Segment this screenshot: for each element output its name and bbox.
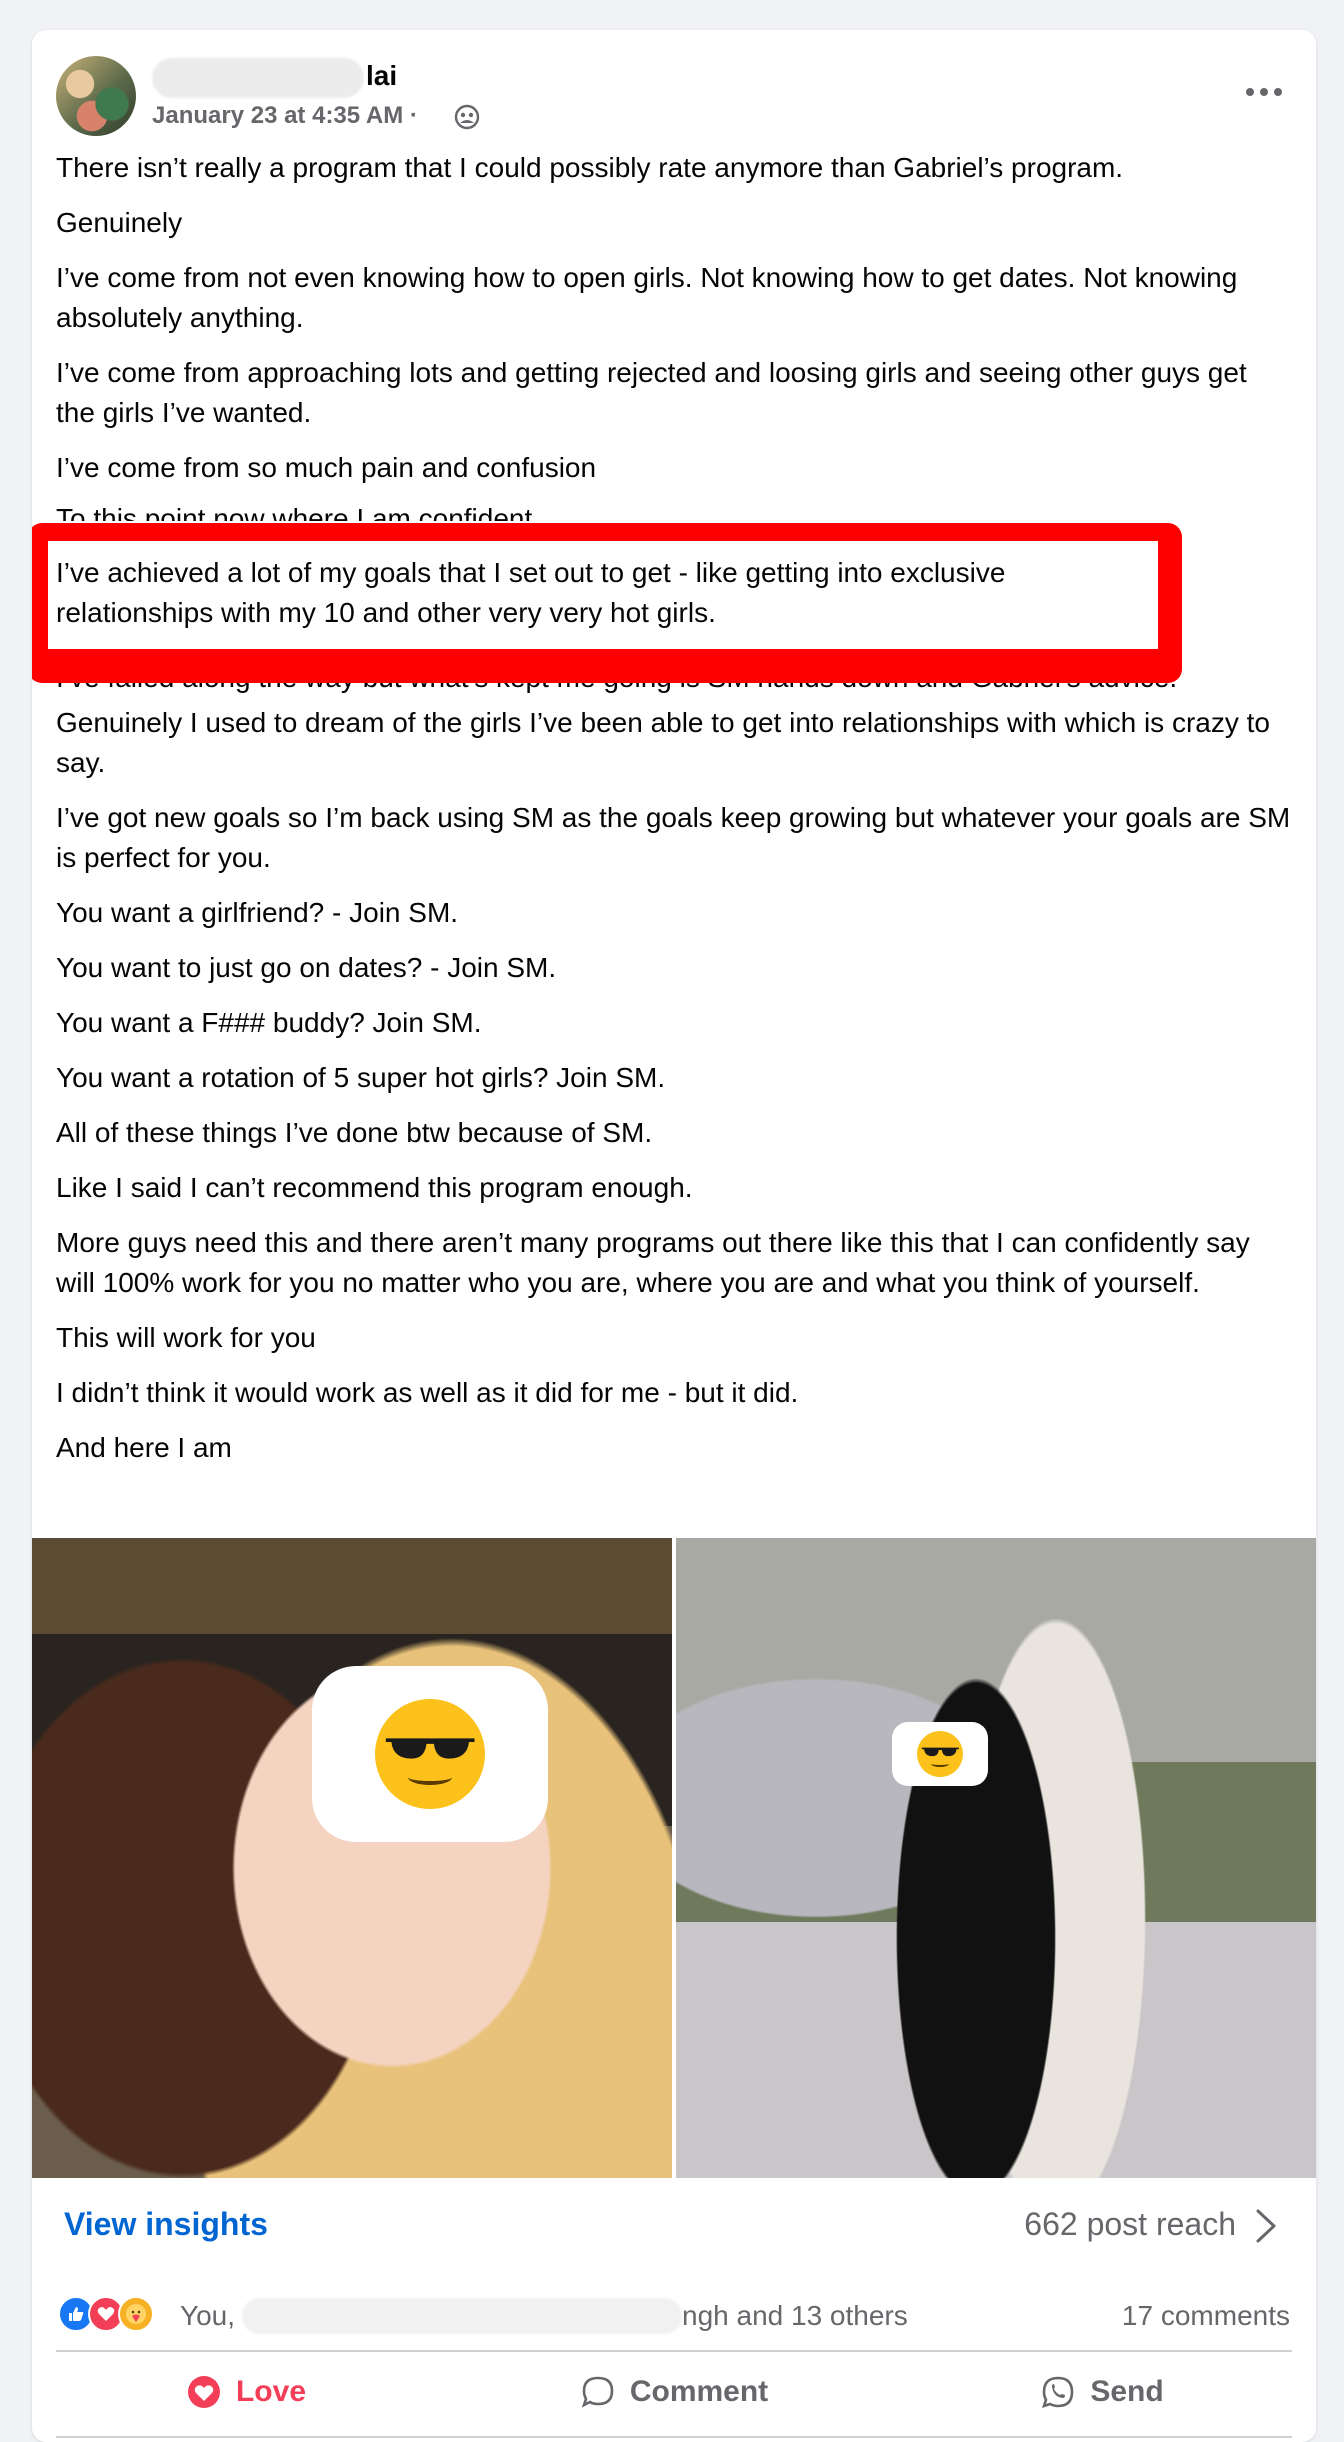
highlighted-paragraph: I’ve achieved a lot of my goals that I s…: [56, 557, 1006, 628]
photo-grid: [32, 1538, 1316, 2178]
post-card: lai January 23 at 4:35 AM · There isn’t …: [32, 30, 1316, 2442]
dot-icon: [1274, 88, 1282, 96]
post-paragraph: I didn’t think it would work as well as …: [56, 1377, 799, 1408]
sunglasses-emoji-icon: [917, 1731, 963, 1777]
reactions-summary: You, ngh and 13 others 17 comments: [32, 2278, 1316, 2352]
post-paragraph: You want to just go on dates? - Join SM.: [56, 952, 557, 983]
sunglasses-icon: [921, 1747, 959, 1756]
post-paragraph: And here I am: [56, 1432, 232, 1463]
reactors-you[interactable]: You,: [180, 2300, 235, 2332]
dot-icon: [1246, 88, 1254, 96]
author-name[interactable]: lai: [366, 60, 397, 92]
post-paragraph: More guys need this and there aren’t man…: [56, 1227, 1250, 1298]
post-paragraph: Genuinely: [56, 207, 183, 238]
post-header: lai January 23 at 4:35 AM ·: [32, 30, 1316, 148]
post-reach[interactable]: 662 post reach: [1024, 2206, 1236, 2243]
redacted-reactor-names: [242, 2298, 682, 2334]
obscured-paragraph: To this point now where I am confident: [56, 503, 533, 521]
comment-icon: [581, 2376, 614, 2408]
post-paragraph: This will work for you: [56, 1322, 316, 1353]
sunglasses-emoji-icon: [375, 1699, 485, 1809]
post-paragraph: I’ve come from so much pain and confusio…: [56, 452, 597, 483]
post-paragraph: All of these things I’ve done btw becaus…: [56, 1117, 653, 1148]
reaction-icons[interactable]: [58, 2296, 154, 2332]
comments-count[interactable]: 17 comments: [1122, 2300, 1290, 2332]
smile-icon: [930, 1760, 950, 1767]
reactors-others[interactable]: ngh and 13 others: [682, 2300, 908, 2332]
divider: [56, 2436, 1292, 2438]
insights-row: View insights 662 post reach: [32, 2178, 1316, 2278]
redacted-author-name: [152, 58, 364, 98]
post-paragraph: There isn’t really a program that I coul…: [56, 152, 1124, 183]
post-body: There isn’t really a program that I coul…: [32, 148, 1292, 1483]
sunglasses-icon: [385, 1738, 475, 1759]
love-icon: [187, 2376, 220, 2408]
comment-button[interactable]: Comment: [460, 2352, 888, 2432]
post-paragraph: I’ve come from not even knowing how to o…: [56, 262, 1238, 333]
avatar[interactable]: [56, 56, 136, 136]
love-label: Love: [235, 2375, 307, 2408]
action-bar: Love Comment Send: [32, 2352, 1316, 2432]
more-options-button[interactable]: [1236, 72, 1292, 112]
photo-mirror[interactable]: [676, 1538, 1316, 2178]
comment-label: Comment: [629, 2375, 769, 2408]
post-paragraph: I’ve got new goals so I’m back using SM …: [56, 802, 1291, 873]
whatsapp-icon: [1042, 2376, 1074, 2409]
dot-icon: [1260, 88, 1268, 96]
post-paragraph: You want a rotation of 5 super hot girls…: [56, 1062, 666, 1093]
post-paragraph: You want a F### buddy? Join SM.: [56, 1007, 482, 1038]
highlighted-paragraph-box: I’ve achieved a lot of my goals that I s…: [48, 541, 1158, 649]
send-label: Send: [1090, 2375, 1164, 2408]
sunglasses-emoji-sticker: [892, 1722, 988, 1786]
post-paragraph: Genuinely I used to dream of the girls I…: [56, 707, 1270, 778]
care-reaction-icon: [118, 2296, 154, 2332]
highlight-zone: To this point now where I am confident I…: [32, 503, 1292, 703]
sunglasses-emoji-sticker: [312, 1666, 548, 1842]
post-paragraph: I’ve come from approaching lots and gett…: [56, 357, 1247, 428]
chevron-right-icon[interactable]: [1252, 2208, 1280, 2244]
love-button[interactable]: Love: [32, 2352, 460, 2432]
view-insights-link[interactable]: View insights: [64, 2206, 268, 2243]
friends-audience-icon[interactable]: [454, 104, 480, 130]
post-paragraph: Like I said I can’t recommend this progr…: [56, 1172, 693, 1203]
post-timestamp[interactable]: January 23 at 4:35 AM ·: [152, 102, 418, 130]
photo-selfie[interactable]: [32, 1538, 672, 2178]
send-button[interactable]: Send: [888, 2352, 1316, 2432]
smile-icon: [408, 1769, 452, 1785]
post-paragraph: You want a girlfriend? - Join SM.: [56, 897, 459, 928]
